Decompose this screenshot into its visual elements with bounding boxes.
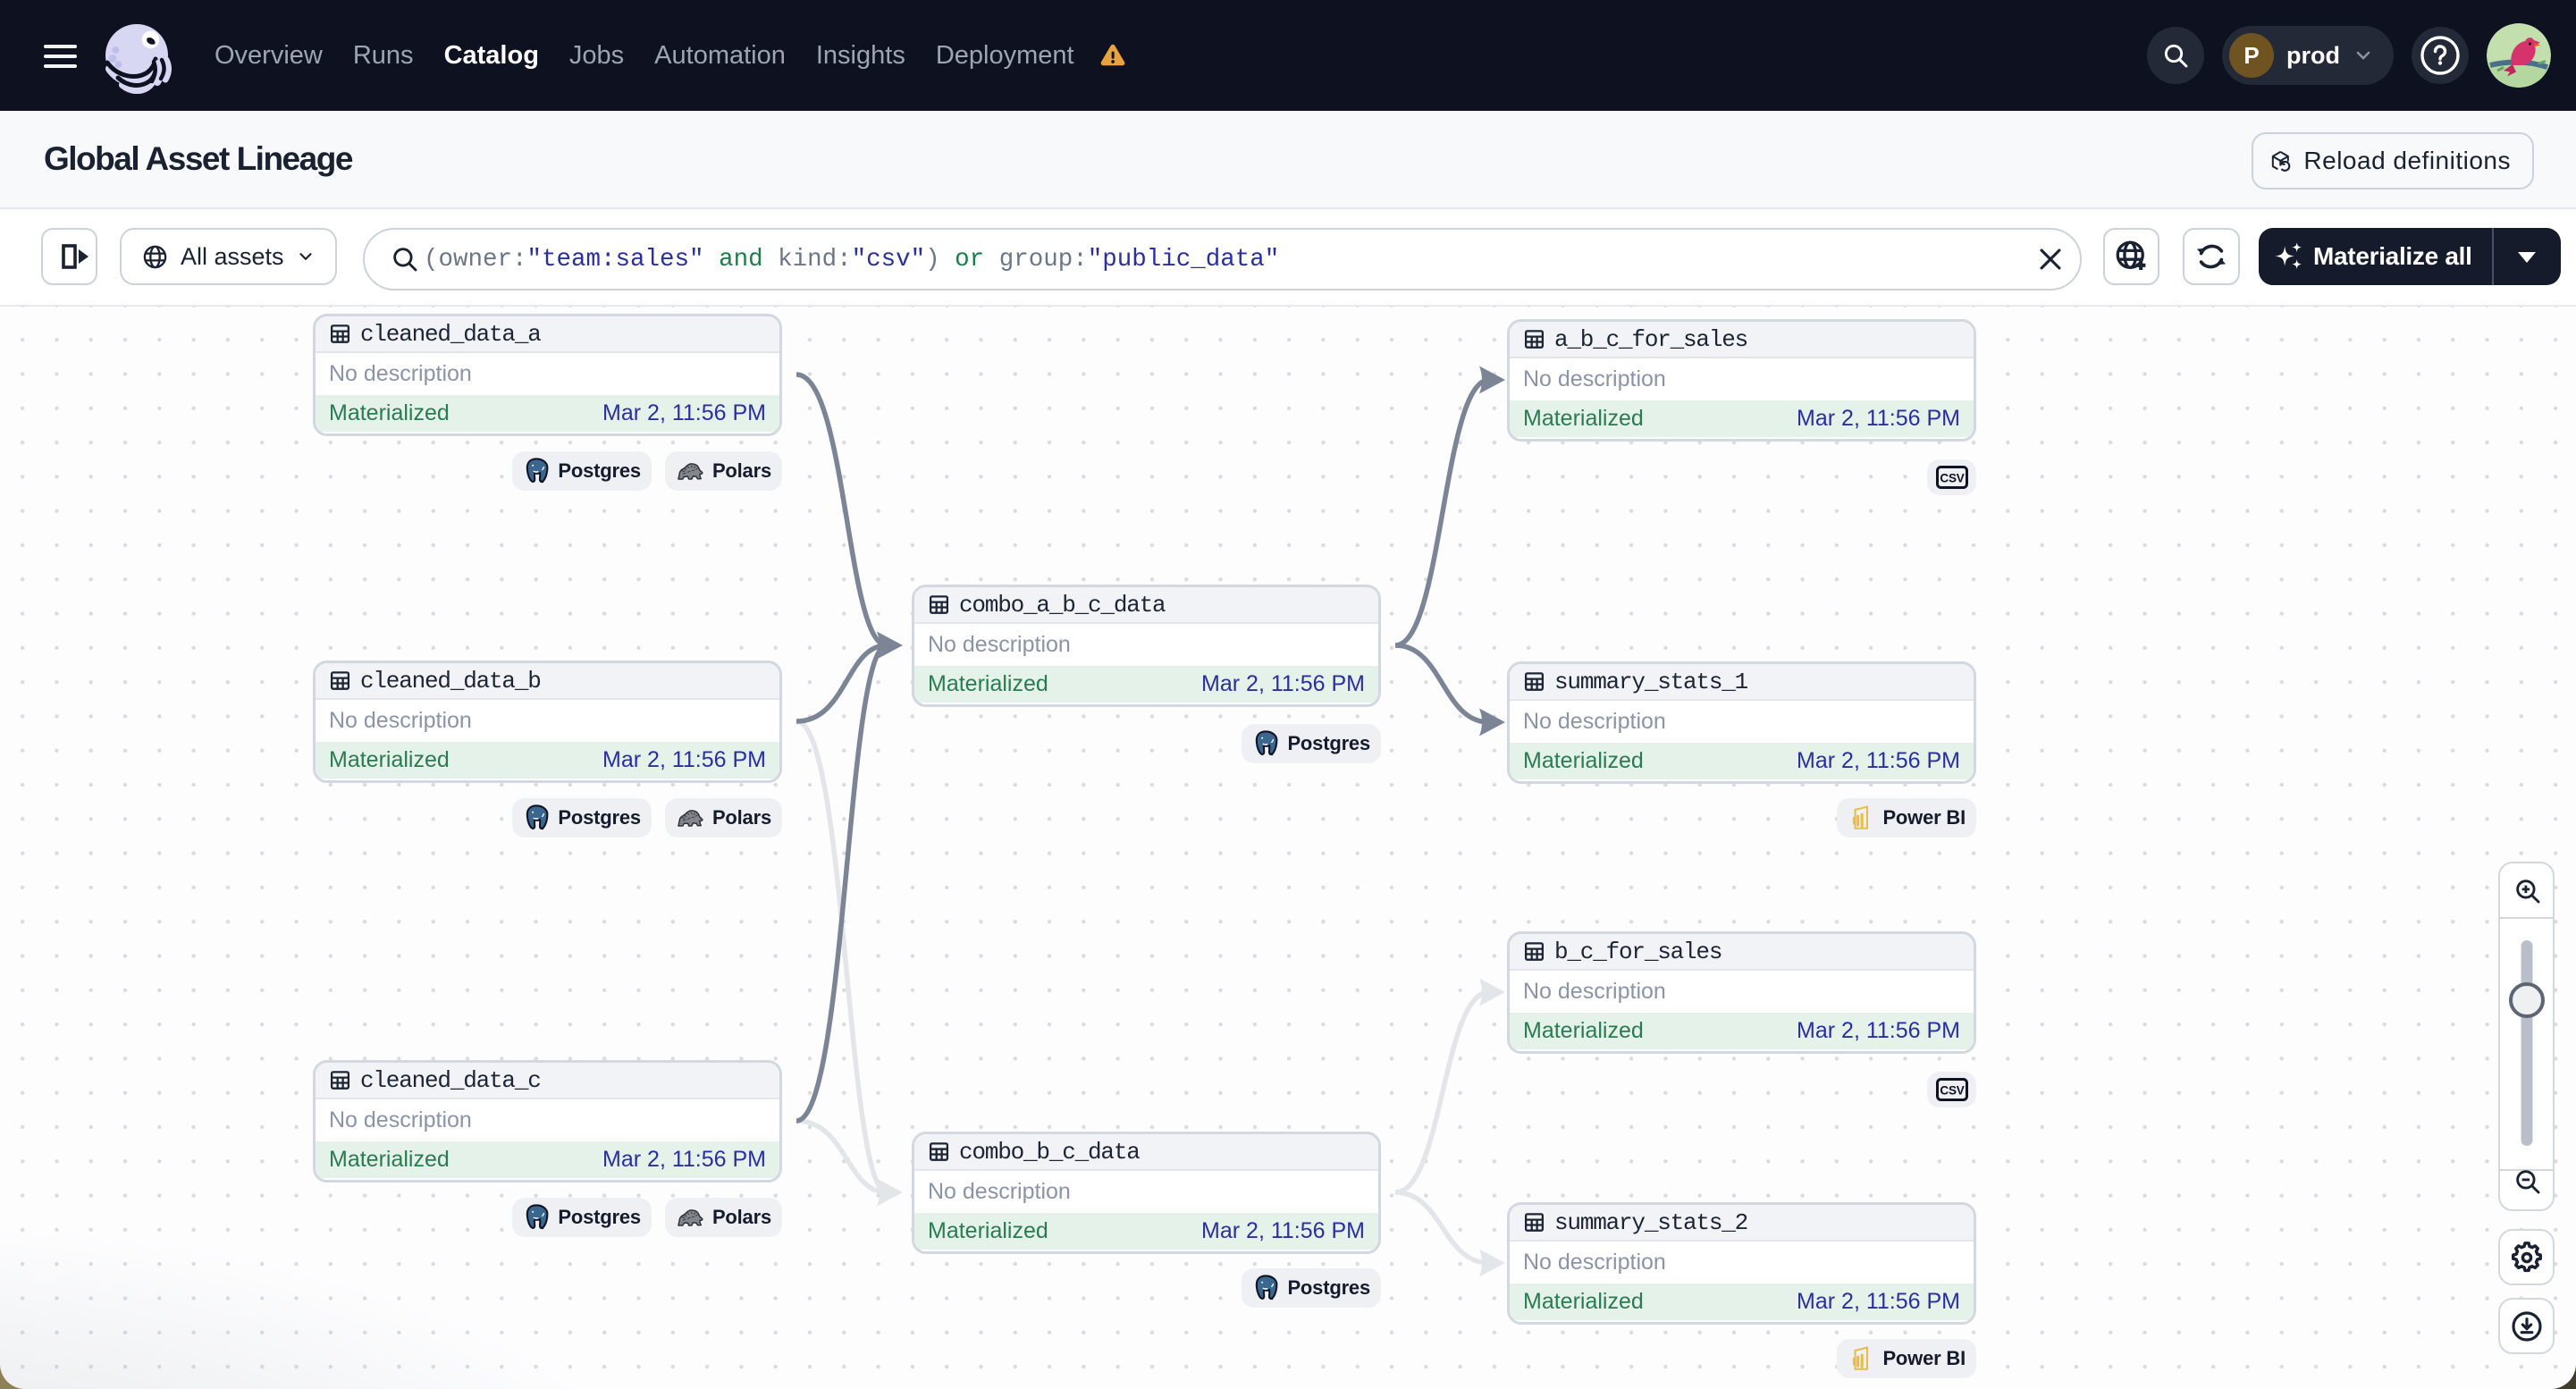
- svg-text:CSV: CSV: [1940, 1084, 1964, 1098]
- svg-text:CSV: CSV: [1940, 472, 1964, 485]
